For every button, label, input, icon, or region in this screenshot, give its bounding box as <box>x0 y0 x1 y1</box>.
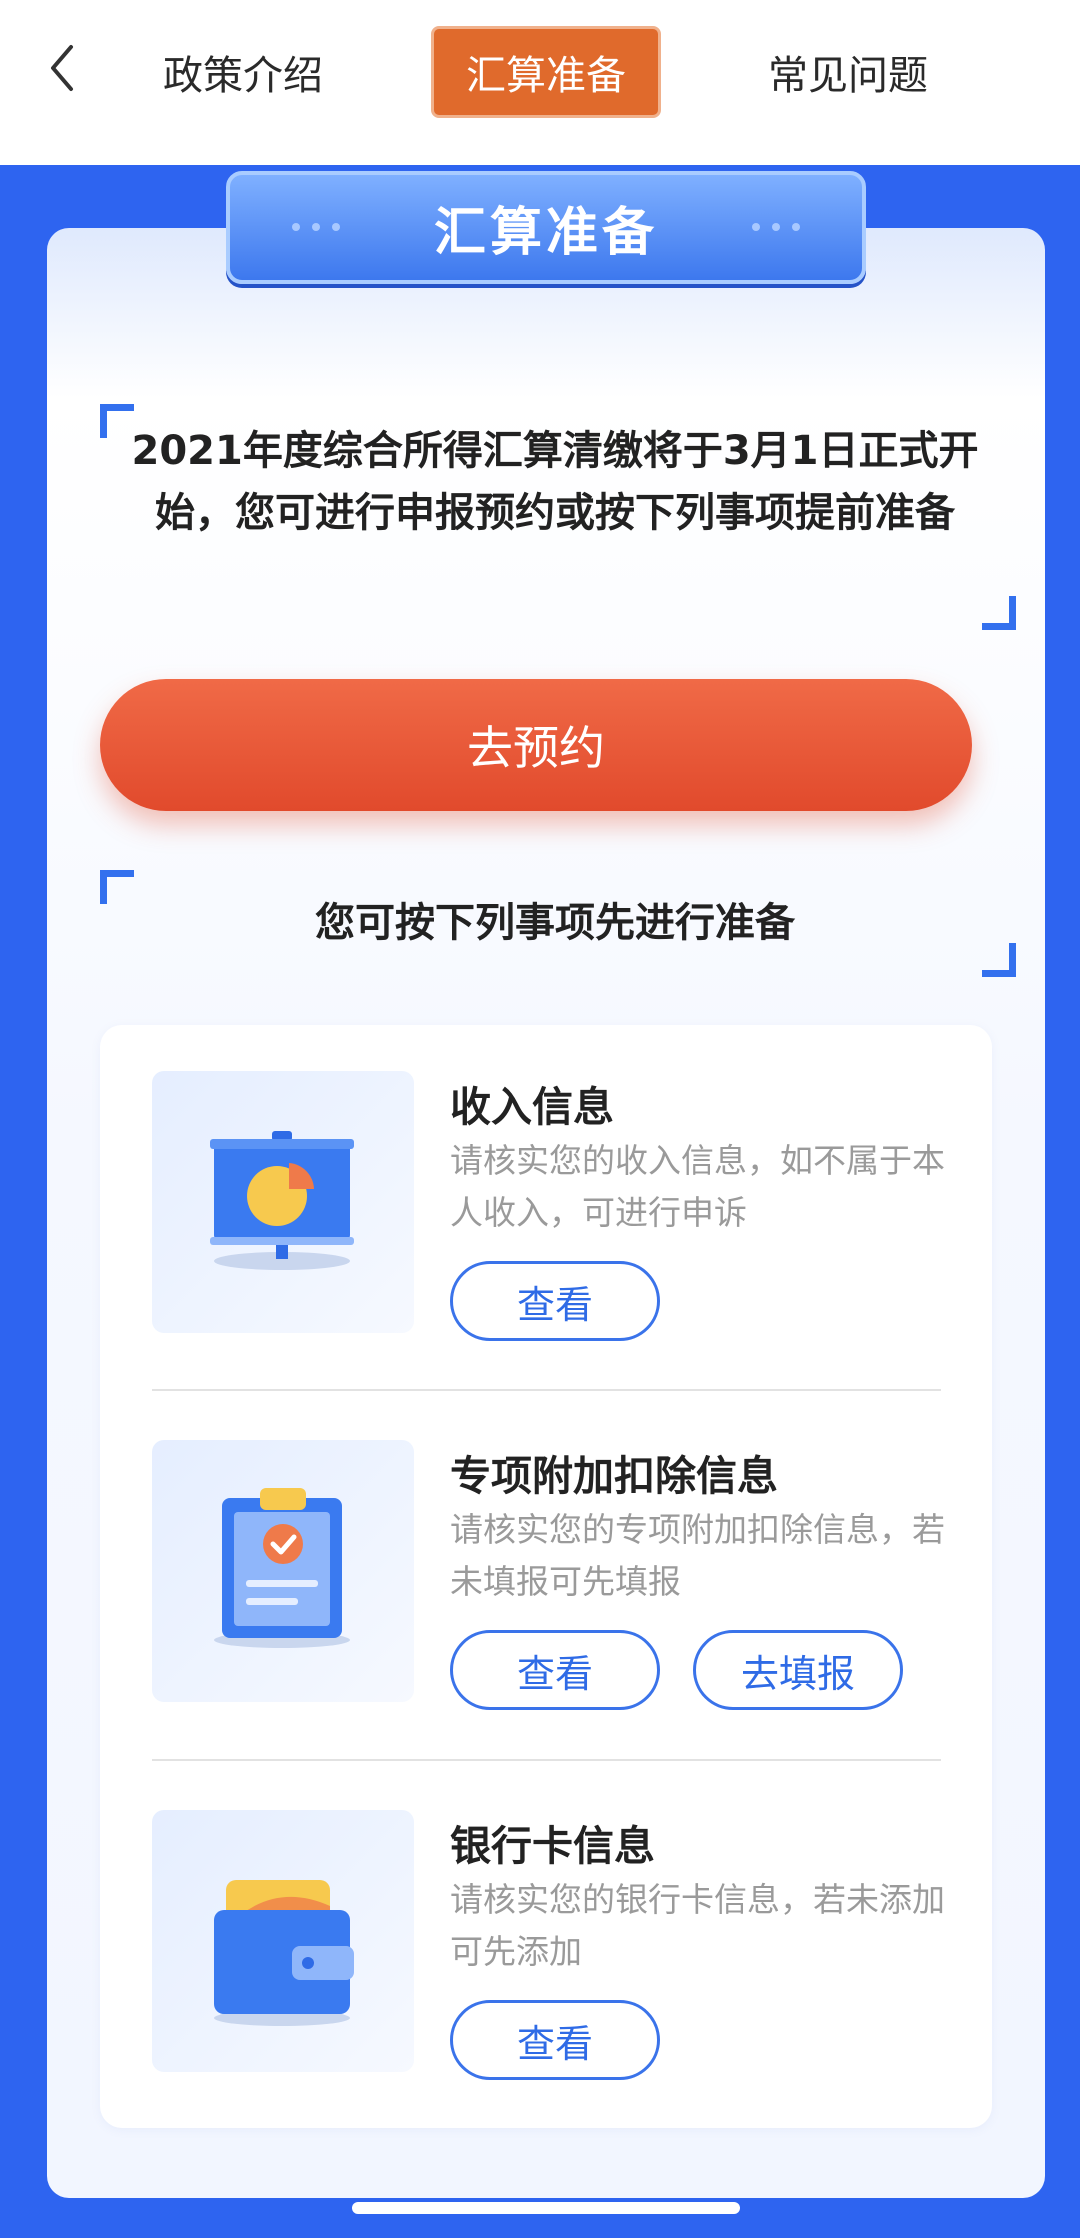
divider <box>152 1389 941 1391</box>
back-button[interactable] <box>42 38 82 98</box>
reserve-button[interactable]: 去预约 <box>100 679 972 811</box>
view-deduction-button[interactable]: 查看 <box>450 1630 660 1710</box>
view-bankcard-button[interactable]: 查看 <box>450 2000 660 2080</box>
view-income-button[interactable]: 查看 <box>450 1261 660 1341</box>
list-item: 专项附加扣除信息 请核实您的专项附加扣除信息，若未填报可先填报 查看 去填报 <box>100 1440 992 1780</box>
clipboard-check-icon <box>152 1440 414 1702</box>
corner-bracket <box>982 943 1016 977</box>
item-title: 收入信息 <box>450 1083 614 1131</box>
section-subheading: 您可按下列事项先进行准备 <box>315 900 795 946</box>
tab-settlement-prep[interactable]: 汇算准备 <box>431 26 661 118</box>
presentation-chart-icon <box>152 1071 414 1333</box>
prep-items-list: 收入信息 请核实您的收入信息，如不属于本人收入，可进行申诉 查看 专项附加扣除信… <box>100 1025 992 2128</box>
section-banner: 汇算准备 <box>226 171 866 284</box>
banner-title: 汇算准备 <box>433 203 658 263</box>
item-description: 请核实您的银行卡信息，若未添加可先添加 <box>450 1880 945 1971</box>
fill-deduction-button[interactable]: 去填报 <box>693 1630 903 1710</box>
divider <box>152 1759 941 1761</box>
corner-bracket <box>982 596 1016 630</box>
chevron-left-icon <box>51 45 73 91</box>
item-description: 请核实您的收入信息，如不属于本人收入，可进行申诉 <box>450 1141 945 1232</box>
top-nav-bar: 政策介绍 汇算准备 常见问题 <box>0 0 1080 165</box>
decor-dots <box>752 223 800 231</box>
item-description: 请核实您的专项附加扣除信息，若未填报可先填报 <box>450 1510 945 1601</box>
intro-text: 2021年度综合所得汇算清缴将于3月1日正式开始，您可进行申报预约或按下列事项提… <box>131 428 979 536</box>
tab-policy-intro[interactable]: 政策介绍 <box>128 26 358 118</box>
list-item: 收入信息 请核实您的收入信息，如不属于本人收入，可进行申诉 查看 <box>100 1071 992 1411</box>
item-title: 专项附加扣除信息 <box>450 1452 778 1500</box>
list-item: 银行卡信息 请核实您的银行卡信息，若未添加可先添加 查看 <box>100 1810 992 2150</box>
item-title: 银行卡信息 <box>450 1822 655 1870</box>
home-indicator <box>352 2202 740 2214</box>
wallet-icon <box>152 1810 414 2072</box>
tab-faq[interactable]: 常见问题 <box>733 26 963 118</box>
decor-dots <box>292 223 340 231</box>
